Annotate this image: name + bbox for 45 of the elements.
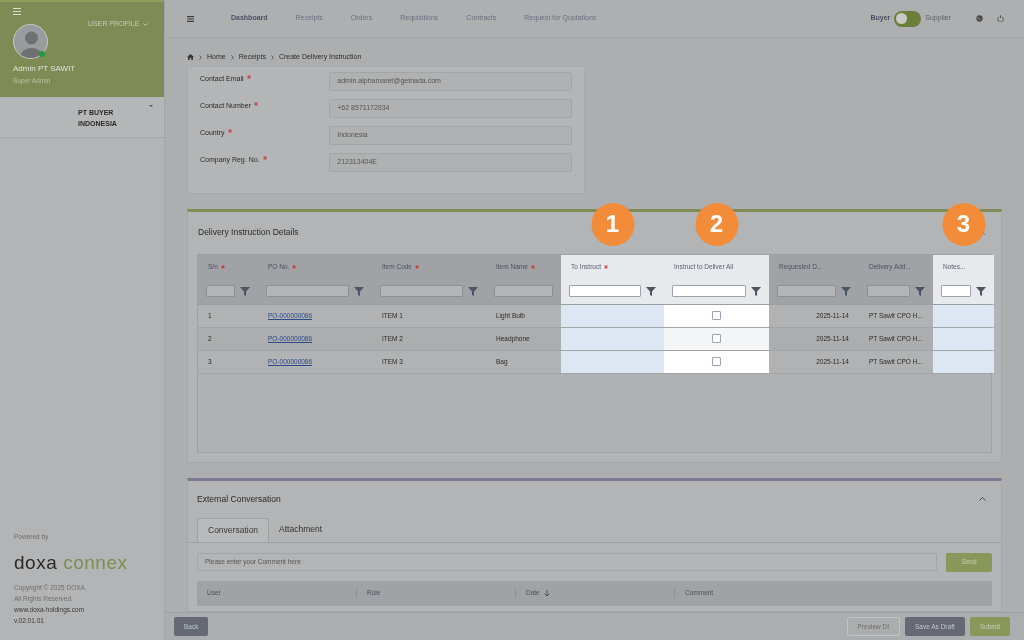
filter-icon[interactable] <box>354 286 364 296</box>
chevron-right-icon <box>199 54 202 60</box>
avatar <box>13 24 48 59</box>
section-title: External Conversation <box>197 492 281 506</box>
filter-input[interactable] <box>494 285 553 297</box>
deliver-all-checkbox[interactable] <box>712 357 721 366</box>
filter-input[interactable] <box>380 285 463 297</box>
filter-icon[interactable] <box>915 286 925 296</box>
filter-input[interactable] <box>569 285 641 297</box>
power-icon[interactable] <box>997 15 1004 22</box>
highlighted-cell <box>933 350 994 373</box>
globe-icon[interactable] <box>976 15 983 22</box>
filter-icon[interactable] <box>468 286 478 296</box>
filter-icon[interactable] <box>240 286 250 296</box>
filter-input[interactable] <box>206 285 235 297</box>
filter-icon[interactable] <box>976 286 986 296</box>
chevron-right-icon <box>270 54 274 60</box>
filter-input[interactable] <box>266 285 349 297</box>
callout-badge: 1 <box>591 202 634 246</box>
menu-icon[interactable] <box>13 8 21 15</box>
filter-input[interactable] <box>867 285 910 297</box>
filter-input[interactable] <box>941 285 971 297</box>
brand-logo: doxa connex <box>14 552 129 574</box>
sort-arrow-icon[interactable] <box>543 589 550 597</box>
tab[interactable]: Conversation <box>197 517 270 542</box>
chevron-right-icon <box>230 54 234 60</box>
home-icon[interactable] <box>187 54 194 61</box>
caret-icon <box>149 105 153 107</box>
filter-input[interactable] <box>672 285 746 297</box>
filter-icon[interactable] <box>646 286 656 296</box>
filter-input[interactable] <box>777 285 836 297</box>
menu-icon[interactable] <box>187 15 194 22</box>
role-toggle[interactable] <box>894 10 922 27</box>
deliver-all-checkbox[interactable] <box>712 311 721 320</box>
filter-icon[interactable] <box>751 286 761 296</box>
section-title: Delivery Instruction Details <box>198 226 299 239</box>
deliver-all-checkbox[interactable] <box>712 334 721 343</box>
highlighted-cell <box>933 327 994 350</box>
user-name: Admin PT SAWIT <box>13 63 76 75</box>
callout-badge: 3 <box>942 202 985 246</box>
collapse-chevron-icon[interactable] <box>979 497 986 501</box>
caret-icon <box>143 22 149 26</box>
callout-badge: 2 <box>695 202 738 246</box>
tab[interactable]: Attachment <box>269 517 333 542</box>
filter-icon[interactable] <box>841 286 851 296</box>
